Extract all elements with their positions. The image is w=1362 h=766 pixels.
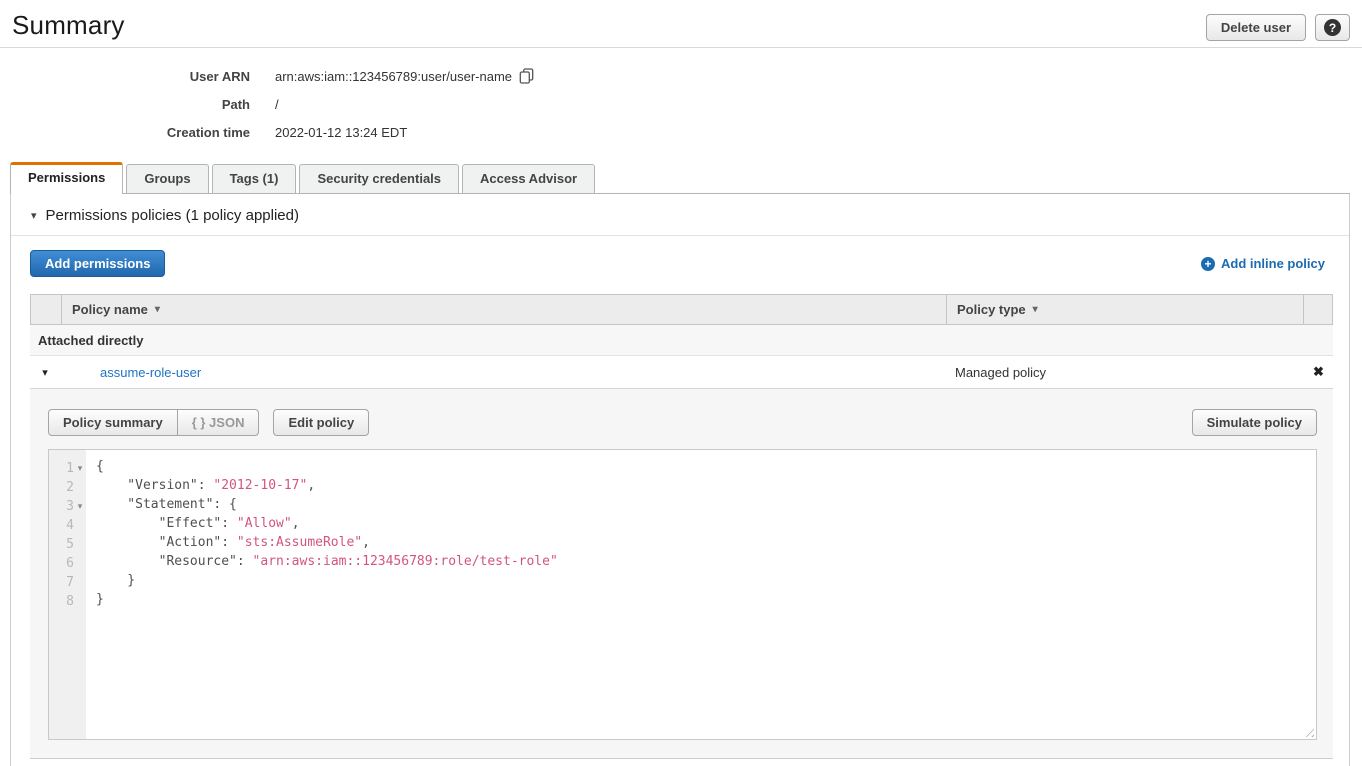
path-row: Path / <box>0 90 1362 118</box>
page-header: Summary Delete user ? <box>0 0 1362 48</box>
tab-groups[interactable]: Groups <box>126 164 208 193</box>
page-title: Summary <box>12 10 125 41</box>
tab-tags[interactable]: Tags (1) <box>212 164 297 193</box>
path-label: Path <box>0 97 250 112</box>
creation-time-value: 2022-01-12 13:24 EDT <box>275 125 407 140</box>
copy-icon[interactable] <box>519 68 534 84</box>
attached-directly-group-row: Attached directly <box>30 325 1333 356</box>
header-actions: Delete user ? <box>1206 10 1350 41</box>
user-arn-value: arn:aws:iam::123456789:user/user-name <box>275 68 534 84</box>
tab-access-advisor[interactable]: Access Advisor <box>462 164 595 193</box>
policy-detail-buttons: Policy summary { } JSON Edit policy Simu… <box>48 409 1317 436</box>
permissions-policies-section-header: ▾ Permissions policies (1 policy applied… <box>11 194 1349 236</box>
collapse-caret-icon[interactable]: ▾ <box>31 209 37 222</box>
detach-policy-icon[interactable]: ✖ <box>1304 364 1333 380</box>
actions-column-header <box>1303 295 1332 324</box>
policy-summary-button[interactable]: Policy summary <box>48 409 178 436</box>
creation-time-row: Creation time 2022-01-12 13:24 EDT <box>0 118 1362 146</box>
editor-gutter: 1▾23▾45678 <box>49 450 86 739</box>
policy-controls-row: Add permissions + Add inline policy <box>30 250 1325 277</box>
expander-column-header <box>31 295 61 324</box>
help-icon: ? <box>1324 19 1341 36</box>
tab-security-credentials[interactable]: Security credentials <box>299 164 459 193</box>
policy-name-header-label: Policy name <box>72 302 148 317</box>
policy-type-column-header[interactable]: Policy type ▾ <box>946 295 1303 324</box>
plus-icon: + <box>1201 257 1215 271</box>
user-arn-text: arn:aws:iam::123456789:user/user-name <box>275 69 512 84</box>
tab-bar: Permissions Groups Tags (1) Security cre… <box>10 162 1350 194</box>
policy-detail-area: Policy summary { } JSON Edit policy Simu… <box>30 388 1333 759</box>
path-value: / <box>275 97 279 112</box>
add-inline-policy-link[interactable]: + Add inline policy <box>1201 256 1325 271</box>
delete-user-button[interactable]: Delete user <box>1206 14 1306 41</box>
add-permissions-button[interactable]: Add permissions <box>30 250 165 277</box>
json-view-button[interactable]: { } JSON <box>177 409 260 436</box>
tab-permissions[interactable]: Permissions <box>10 162 123 194</box>
policy-table-header: Policy name ▾ Policy type ▾ <box>30 294 1333 325</box>
policy-json-editor[interactable]: 1▾23▾45678 { "Version": "2012-10-17", "S… <box>48 449 1317 740</box>
policy-type-header-label: Policy type <box>957 302 1026 317</box>
sort-caret-icon: ▾ <box>1033 304 1038 315</box>
edit-policy-button[interactable]: Edit policy <box>273 409 369 436</box>
creation-time-label: Creation time <box>0 125 250 140</box>
policy-view-toggle: Policy summary { } JSON <box>48 409 259 436</box>
add-inline-policy-label: Add inline policy <box>1221 256 1325 271</box>
help-button[interactable]: ? <box>1315 14 1350 41</box>
policy-type-cell: Managed policy <box>945 365 1304 380</box>
policy-name-link[interactable]: assume-role-user <box>60 365 945 380</box>
sort-caret-icon: ▾ <box>155 304 160 315</box>
policy-table-row: ▾ assume-role-user Managed policy ✖ <box>30 356 1333 388</box>
policy-table: Policy name ▾ Policy type ▾ Attached dir… <box>30 294 1333 759</box>
section-title: Permissions policies (1 policy applied) <box>46 207 299 224</box>
user-arn-row: User ARN arn:aws:iam::123456789:user/use… <box>0 62 1362 90</box>
permissions-panel: ▾ Permissions policies (1 policy applied… <box>10 194 1350 766</box>
policy-name-column-header[interactable]: Policy name ▾ <box>61 295 946 324</box>
user-arn-label: User ARN <box>0 69 250 84</box>
user-summary-fields: User ARN arn:aws:iam::123456789:user/use… <box>0 48 1362 146</box>
row-expander-caret-icon[interactable]: ▾ <box>30 366 60 379</box>
simulate-policy-button[interactable]: Simulate policy <box>1192 409 1317 436</box>
editor-code[interactable]: { "Version": "2012-10-17", "Statement": … <box>86 450 1316 739</box>
